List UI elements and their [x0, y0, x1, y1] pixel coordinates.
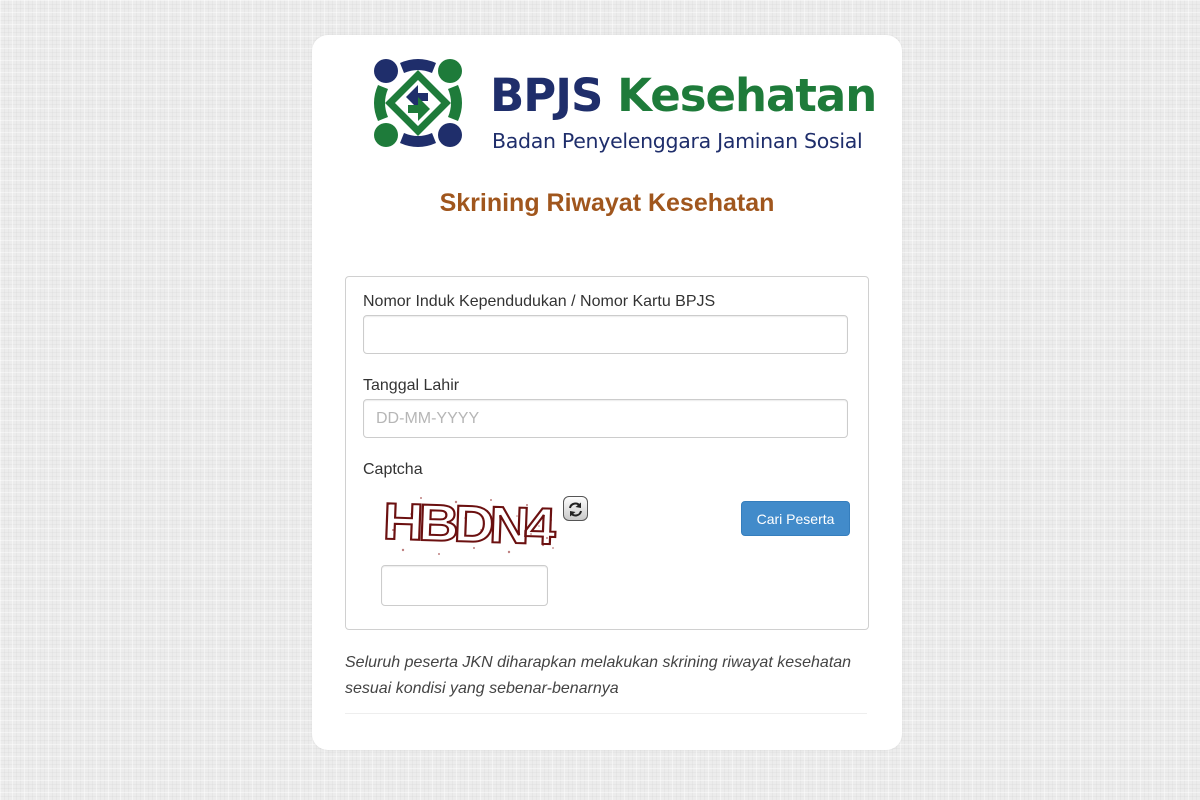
bpjs-logo: BPJS Kesehatan Badan Penyelenggara Jamin… [366, 51, 877, 155]
nik-input[interactable] [363, 315, 848, 354]
brand-name-bpjs: BPJS [490, 69, 603, 122]
dob-input[interactable] [363, 399, 848, 438]
captcha-refresh-button[interactable] [563, 496, 588, 521]
refresh-icon [569, 502, 582, 517]
nik-label: Nomor Induk Kependudukan / Nomor Kartu B… [363, 293, 716, 310]
divider [345, 713, 867, 714]
captcha-image: HBDN4 [381, 490, 561, 560]
captcha-text: HBDN4 [382, 493, 557, 556]
brand-subtitle: Badan Penyelenggara Jaminan Sosial [492, 129, 863, 153]
dob-label: Tanggal Lahir [363, 377, 460, 394]
captcha-label: Captcha [363, 461, 423, 478]
login-card: BPJS Kesehatan Badan Penyelenggara Jamin… [312, 35, 902, 750]
brand-name: BPJS Kesehatan [490, 69, 877, 123]
brand-name-kesehatan: Kesehatan [617, 69, 877, 122]
page-title: Skrining Riwayat Kesehatan [439, 189, 775, 217]
search-participant-button[interactable]: Cari Peserta [741, 501, 850, 536]
search-form-panel: Nomor Induk Kependudukan / Nomor Kartu B… [345, 276, 869, 630]
bpjs-emblem-icon [374, 59, 462, 147]
screening-note: Seluruh peserta JKN diharapkan melakukan… [345, 654, 852, 697]
captcha-input[interactable] [381, 565, 548, 606]
